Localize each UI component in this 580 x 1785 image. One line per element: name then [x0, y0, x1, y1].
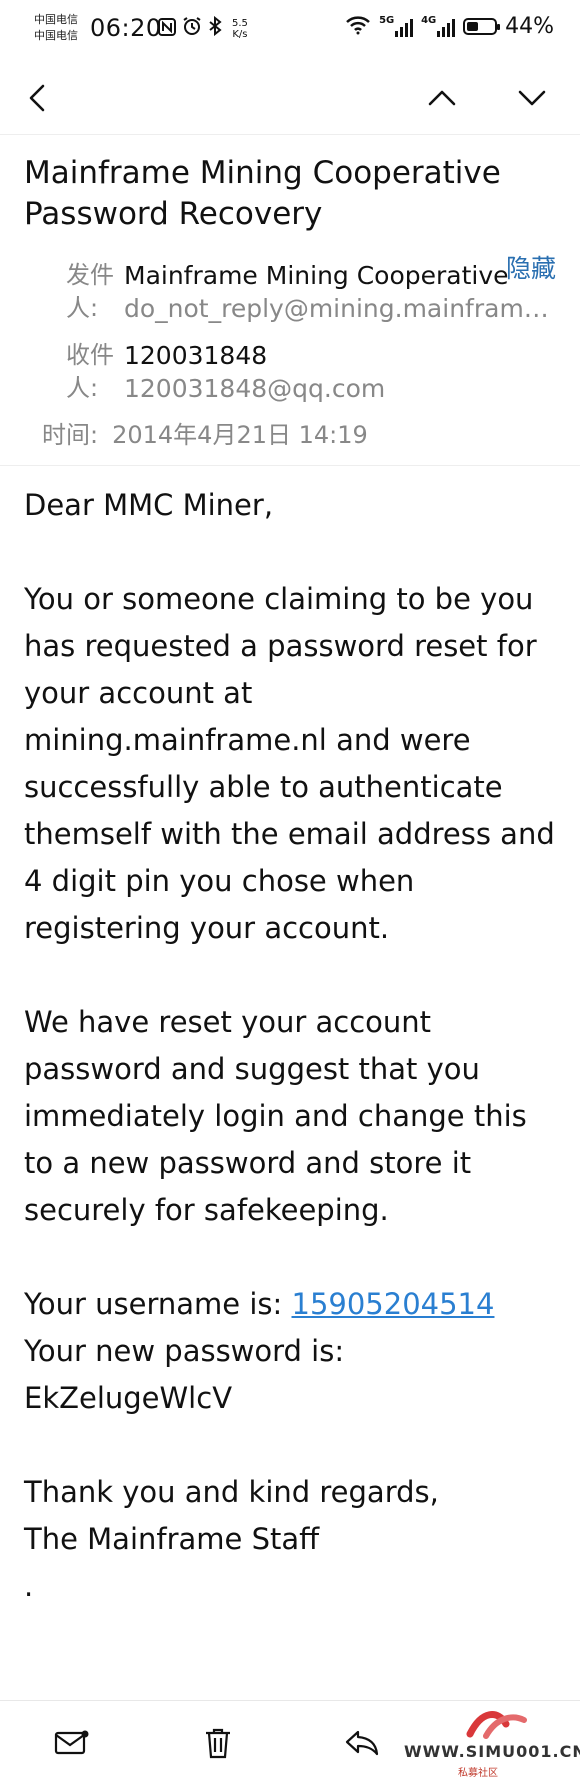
alarm-icon	[182, 16, 202, 41]
time-label: 时间:	[42, 421, 99, 449]
watermark: WWW.SIMU001.CN 私募社区	[400, 1700, 580, 1784]
status-icons-left: 5.5 K/s	[158, 15, 248, 41]
email-subject: Mainframe Mining Cooperative Password Re…	[24, 155, 501, 232]
nfc-icon	[158, 17, 176, 41]
battery-level-fill	[467, 22, 479, 31]
body-paragraph-2: We have reset your account password and …	[24, 1005, 527, 1227]
credentials-block: Your username is: 15905204514 Your new p…	[24, 1281, 564, 1422]
closing-text: Thank you and kind regards,	[24, 1475, 439, 1509]
nav-bar	[0, 64, 580, 134]
mark-unread-button[interactable]	[48, 1721, 96, 1765]
net-speed-unit: K/s	[232, 28, 248, 40]
delete-button[interactable]	[194, 1721, 242, 1765]
sender-name: Mainframe Mining Cooperative	[124, 261, 509, 290]
battery-icon	[463, 18, 501, 35]
net-speed: 5.5 K/s	[232, 18, 248, 40]
hide-details-link[interactable]: 隐藏	[506, 249, 556, 285]
username-label: Your username is:	[24, 1287, 283, 1321]
password-label: Your new password is:	[24, 1334, 345, 1368]
body-paragraph-1: You or someone claiming to be you has re…	[24, 582, 555, 945]
signal-4g-label: 4G	[421, 14, 437, 26]
battery-percent: 44%	[505, 14, 554, 39]
email-header: Mainframe Mining Cooperative Password Re…	[0, 134, 580, 466]
watermark-subtext: 私募社区	[458, 1768, 498, 1779]
from-label: 发件人:	[66, 261, 114, 322]
sent-time: 2014年4月21日 14:19	[112, 421, 368, 449]
recipient-name: 120031848	[124, 341, 268, 370]
previous-email-button[interactable]	[420, 76, 464, 120]
chevron-up-icon	[428, 90, 456, 106]
greeting: Dear MMC Miner,	[24, 488, 274, 522]
back-arrow-icon	[29, 84, 45, 112]
recipient-address[interactable]: 120031848@qq.com	[124, 372, 562, 405]
watermark-logo-icon	[466, 1711, 527, 1739]
carrier-line-1: 中国电信	[34, 13, 78, 26]
reply-button[interactable]	[338, 1721, 386, 1765]
sender-address[interactable]: do_not_reply@mining.mainframe.nl	[124, 292, 562, 325]
email-body: Dear MMC Miner, You or someone claiming …	[24, 482, 564, 1610]
signal-5g-icon: 5G	[379, 14, 414, 37]
signature: The Mainframe Staff	[24, 1522, 320, 1556]
username-link[interactable]: 15905204514	[292, 1287, 495, 1321]
time-row: 时间: 2014年4月21日 14:19	[42, 415, 368, 450]
status-time: 06:20	[90, 14, 162, 42]
password-value: EkZelugeWlcV	[24, 1381, 233, 1415]
signal-4g-icon: 4G	[421, 14, 456, 37]
status-icons-right: 5G 4G 44%	[345, 14, 554, 39]
trailing-dot: .	[24, 1569, 34, 1603]
net-speed-value: 5.5	[232, 17, 248, 29]
recipient-row: 收件人: 120031848 120031848@qq.com	[66, 339, 506, 405]
closing-block: Thank you and kind regards, The Mainfram…	[24, 1469, 564, 1610]
mail-icon	[54, 1730, 89, 1755]
carrier-info: 中国电信 中国电信	[34, 12, 78, 44]
trash-icon	[206, 1728, 230, 1759]
chevron-down-icon	[518, 90, 546, 106]
watermark-text: WWW.SIMU001.CN	[404, 1742, 580, 1761]
status-bar: 中国电信 中国电信 06:20 5.5 K/s 5G 4G 44%	[0, 0, 580, 64]
carrier-line-2: 中国电信	[34, 29, 78, 42]
to-label: 收件人:	[66, 341, 114, 402]
sender-row: 发件人: Mainframe Mining Cooperative do_not…	[66, 259, 562, 325]
signal-5g-label: 5G	[379, 14, 395, 26]
back-button[interactable]	[16, 76, 60, 120]
wifi-icon	[345, 15, 371, 39]
reply-icon	[345, 1730, 379, 1756]
next-email-button[interactable]	[510, 76, 554, 120]
bluetooth-icon	[208, 15, 222, 41]
